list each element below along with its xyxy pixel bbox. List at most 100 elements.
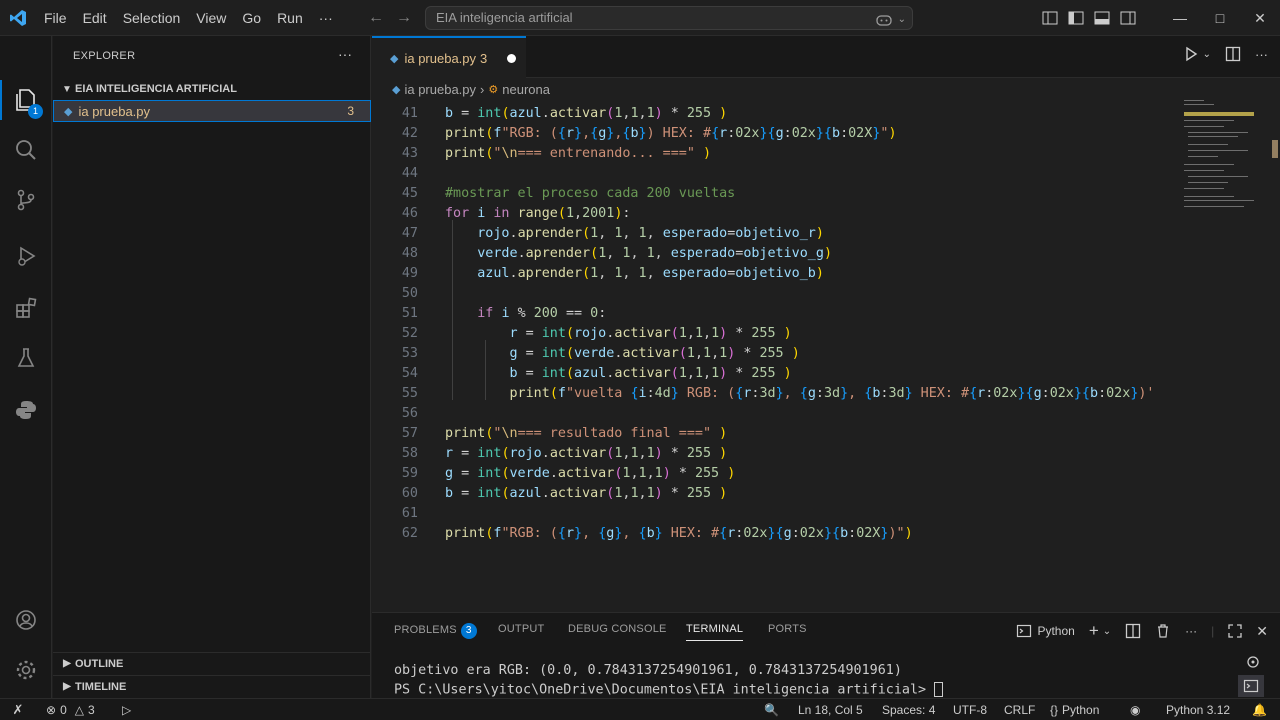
sidebar-title: EXPLORER bbox=[73, 50, 136, 62]
code-line: 52 r = int(rojo.activar(1,1,1) * 255 ) bbox=[401, 326, 792, 341]
split-terminal-icon[interactable] bbox=[1125, 623, 1141, 639]
breadcrumb-symbol[interactable]: neurona bbox=[502, 82, 550, 97]
indentation[interactable]: Spaces: 4 bbox=[882, 699, 935, 720]
breadcrumb: ◆ ia prueba.py › ⚙ neurona bbox=[372, 78, 1280, 100]
tab-ia-prueba[interactable]: ◆ ia prueba.py 3 bbox=[372, 36, 526, 78]
menu-more[interactable]: ··· bbox=[311, 0, 341, 36]
more-actions-icon[interactable]: ··· bbox=[1255, 47, 1268, 62]
debug-status-icon[interactable]: ▷ bbox=[122, 699, 131, 720]
code-line: 57 print("\n=== resultado final ===" ) bbox=[401, 426, 728, 441]
source-control-icon[interactable] bbox=[0, 176, 52, 224]
layout-customize-icon[interactable] bbox=[1042, 10, 1058, 26]
symbol-class-icon: ⚙ bbox=[488, 83, 499, 96]
code-line: 60 b = int(azul.activar(1,1,1) * 255 ) bbox=[401, 486, 728, 501]
menu-edit[interactable]: Edit bbox=[75, 0, 115, 36]
run-debug-icon[interactable] bbox=[0, 232, 52, 280]
code-line: 49 azul.aprender(1, 1, 1, esperado=objet… bbox=[401, 266, 824, 281]
language-mode[interactable]: {} Python bbox=[1050, 699, 1099, 720]
terminal-shell-selector[interactable]: Python bbox=[1016, 623, 1075, 639]
maximize-icon[interactable]: □ bbox=[1200, 10, 1240, 26]
code-line: 53 g = int(verde.activar(1,1,1) * 255 ) bbox=[401, 346, 800, 361]
terminal-debug-icon[interactable] bbox=[1244, 653, 1262, 674]
menu-go[interactable]: Go bbox=[234, 0, 269, 36]
code-editor[interactable]: 41 b = int(azul.activar(1,1,1) * 255 ) 42… bbox=[372, 100, 1172, 610]
breadcrumb-file[interactable]: ia prueba.py bbox=[404, 82, 476, 97]
code-line: 61 bbox=[401, 506, 418, 521]
timeline-section[interactable]: ▶ TIMELINE bbox=[53, 675, 371, 697]
gear-icon[interactable] bbox=[0, 646, 52, 694]
tab-terminal[interactable]: TERMINAL bbox=[686, 623, 744, 641]
window-controls: — □ ✕ bbox=[1160, 0, 1280, 36]
code-line: 44 bbox=[401, 166, 418, 181]
folder-header[interactable]: ▼ EIA INTELIGENCIA ARTIFICIAL bbox=[53, 78, 371, 100]
remote-icon[interactable]: ✗ bbox=[0, 699, 36, 720]
problems-status[interactable]: ⊗ 0 △ 3 bbox=[46, 699, 95, 720]
file-name: ia prueba.py bbox=[78, 103, 151, 119]
explorer-icon[interactable]: 1 bbox=[0, 76, 52, 124]
python-file-icon: ◆ bbox=[392, 83, 401, 96]
tab-output[interactable]: OUTPUT bbox=[498, 623, 544, 635]
outline-label: OUTLINE bbox=[75, 657, 124, 670]
python-interpreter[interactable]: Python 3.12 bbox=[1166, 699, 1230, 720]
explorer-badge: 1 bbox=[28, 104, 43, 119]
folder-name: EIA INTELIGENCIA ARTIFICIAL bbox=[75, 83, 237, 95]
python-file-icon: ◆ bbox=[390, 52, 399, 65]
menu-view[interactable]: View bbox=[188, 0, 234, 36]
run-dropdown-icon[interactable]: ⌄ bbox=[1203, 49, 1211, 60]
run-file-icon[interactable] bbox=[1183, 46, 1199, 62]
terminal-prompt-line[interactable]: PS C:\Users\yitoc\OneDrive\Documentos\EI… bbox=[394, 682, 944, 698]
encoding[interactable]: UTF-8 bbox=[953, 699, 987, 720]
copilot-icon[interactable]: ⌄ bbox=[875, 9, 906, 31]
terminal-dropdown-icon[interactable]: ⌄ bbox=[1103, 626, 1111, 637]
chevron-right-icon: ▶ bbox=[63, 681, 71, 692]
title-bar: File Edit Selection View Go Run ··· ← → … bbox=[0, 0, 1280, 36]
split-editor-icon[interactable] bbox=[1225, 46, 1241, 62]
file-problem-count: 3 bbox=[347, 104, 354, 118]
code-line: 51 if i % 200 == 0: bbox=[401, 306, 607, 321]
vscode-logo-icon bbox=[0, 0, 36, 36]
warning-icon: △ bbox=[74, 703, 84, 717]
code-line: 42 print(f"RGB: ({r},{g},{b}) HEX: #{r:02… bbox=[401, 126, 897, 141]
copilot-status-icon[interactable]: ◉ bbox=[1130, 699, 1140, 720]
code-line: 50 bbox=[401, 286, 418, 301]
file-item-ia-prueba[interactable]: ◆ ia prueba.py 3 bbox=[53, 100, 371, 122]
minimap[interactable] bbox=[1180, 100, 1266, 610]
scrollbar-thumb[interactable] bbox=[1272, 140, 1278, 158]
new-terminal-icon[interactable]: + bbox=[1089, 621, 1099, 641]
tab-debug-console[interactable]: DEBUG CONSOLE bbox=[568, 623, 667, 635]
unsaved-dot-icon[interactable] bbox=[507, 54, 516, 63]
menu-selection[interactable]: Selection bbox=[115, 0, 189, 36]
back-arrow-icon[interactable]: ← bbox=[368, 9, 384, 27]
command-center[interactable]: EIA inteligencia artificial ⌄ bbox=[425, 6, 913, 30]
panel-more-icon[interactable]: ··· bbox=[1185, 624, 1197, 638]
line-ending[interactable]: CRLF bbox=[1004, 699, 1035, 720]
tab-problems[interactable]: PROBLEMS 3 bbox=[394, 623, 477, 639]
trash-icon[interactable] bbox=[1155, 623, 1171, 639]
zoom-icon[interactable]: 🔍 bbox=[764, 699, 779, 720]
menu-run[interactable]: Run bbox=[269, 0, 311, 36]
python-icon[interactable] bbox=[0, 386, 52, 434]
minimize-icon[interactable]: — bbox=[1160, 10, 1200, 26]
cursor-position[interactable]: Ln 18, Col 5 bbox=[798, 699, 863, 720]
account-icon[interactable] bbox=[0, 596, 52, 644]
testing-icon[interactable] bbox=[0, 334, 52, 382]
close-window-icon[interactable]: ✕ bbox=[1240, 10, 1280, 27]
terminal-output-line: objetivo era RGB: (0.0, 0.78431372549019… bbox=[394, 663, 902, 678]
forward-arrow-icon[interactable]: → bbox=[396, 9, 412, 27]
toggle-sidebar-icon[interactable] bbox=[1068, 10, 1084, 26]
error-icon: ⊗ bbox=[46, 703, 57, 717]
notifications-bell-icon[interactable]: 🔔 bbox=[1252, 699, 1267, 720]
tab-ports[interactable]: PORTS bbox=[768, 623, 807, 635]
menu-file[interactable]: File bbox=[36, 0, 75, 36]
maximize-panel-icon[interactable] bbox=[1228, 624, 1242, 638]
search-icon[interactable] bbox=[0, 126, 52, 174]
toggle-panel-icon[interactable] bbox=[1094, 10, 1110, 26]
sidebar-more-icon[interactable]: ··· bbox=[338, 46, 352, 62]
terminal-instance-icon[interactable] bbox=[1238, 675, 1264, 697]
close-panel-icon[interactable]: ✕ bbox=[1256, 623, 1268, 640]
outline-section[interactable]: ▶ OUTLINE bbox=[53, 652, 371, 674]
toggle-secondary-sidebar-icon[interactable] bbox=[1120, 10, 1136, 26]
python-file-icon: ◆ bbox=[64, 105, 73, 118]
layout-controls bbox=[1042, 0, 1136, 36]
extensions-icon[interactable] bbox=[0, 284, 52, 332]
